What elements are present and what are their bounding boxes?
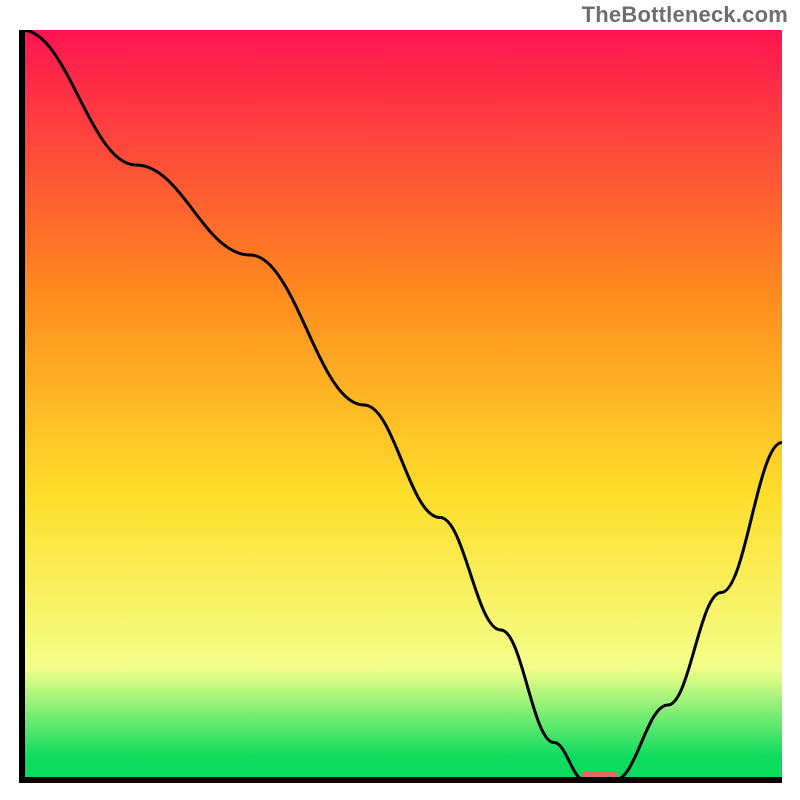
chart-container: TheBottleneck.com xyxy=(0,0,800,800)
chart-svg xyxy=(18,30,782,784)
watermark-text: TheBottleneck.com xyxy=(582,2,788,28)
plot-area xyxy=(18,30,782,784)
